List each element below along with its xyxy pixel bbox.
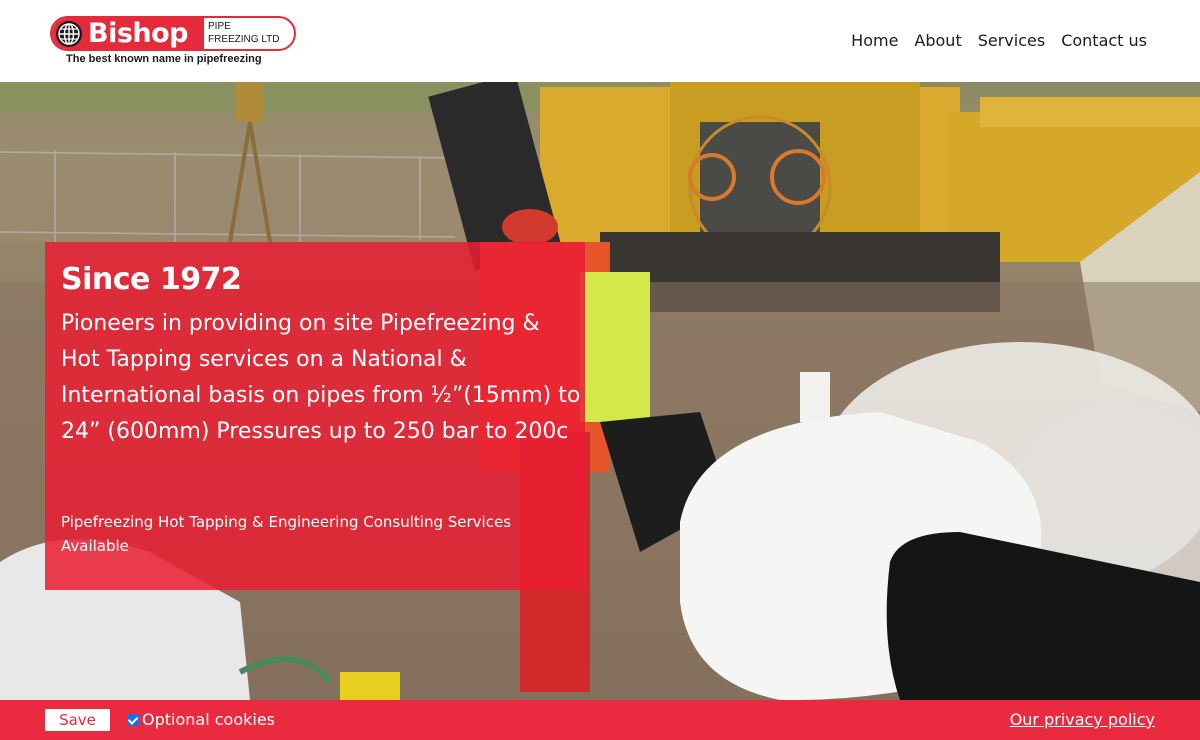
optional-cookies-label[interactable]: Optional cookies [142,709,275,731]
cookie-bar: Save Optional cookies Our privacy policy [0,700,1200,740]
logo-tagline: The best known name in pipefreezing [66,53,262,65]
nav-services[interactable]: Services [978,30,1045,52]
hero-section: Since 1972 Pioneers in providing on site… [0,82,1200,700]
logo-subtitle-line2: FREEZING LTD [208,34,280,45]
hero-title: Since 1972 [61,262,242,297]
main-nav: Home About Services Contact us [851,30,1147,52]
checkbox-checked-icon[interactable] [127,714,139,726]
hero-overlay: Since 1972 Pioneers in providing on site… [45,242,585,590]
logo-wordmark: Bishop [88,18,189,49]
hero-description: Pioneers in providing on site Pipefreezi… [61,311,581,444]
logo-subtitle: PIPE FREEZING LTD [208,20,279,46]
globe-icon [56,21,82,47]
site-header: Bishop PIPE FREEZING LTD The best known … [0,0,1200,82]
nav-about[interactable]: About [914,30,961,52]
save-button[interactable]: Save [45,709,110,731]
nav-contact-us[interactable]: Contact us [1061,30,1147,52]
logo-pill: Bishop PIPE FREEZING LTD [50,16,296,51]
brand-logo[interactable]: Bishop PIPE FREEZING LTD The best known … [50,14,300,70]
nav-home[interactable]: Home [851,30,898,52]
logo-subtitle-line1: PIPE [208,21,231,32]
hero-services-line: Pipefreezing Hot Tapping & Engineering C… [61,513,512,555]
privacy-policy-link[interactable]: Our privacy policy [1010,709,1155,731]
